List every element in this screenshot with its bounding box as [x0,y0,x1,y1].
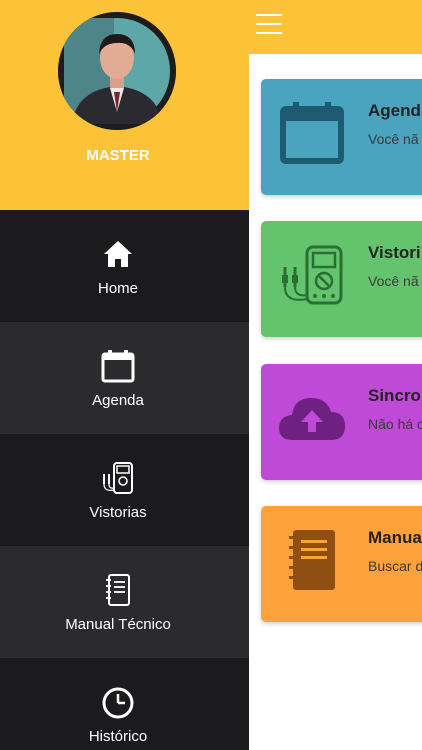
home-icon [104,241,132,267]
card-title: Vistori [368,243,421,262]
nav-item-home[interactable]: Home [0,210,249,322]
username: MASTER [86,147,150,164]
card-vistorias[interactable]: Vistori Você nã [261,221,422,337]
navigation-drawer: MASTER Home Agenda Vistorias Manual Técn… [0,0,249,750]
cloud-upload-icon [279,398,345,440]
avatar[interactable] [58,12,176,130]
notebook-icon [289,530,335,590]
nav-item-label: Manual Técnico [65,616,171,633]
nav-item-label: Vistorias [89,504,147,521]
card-title: Agend [368,101,421,120]
clock-icon [102,687,134,719]
profile-header: MASTER [0,0,249,210]
calendar-icon [280,102,344,164]
nav-item-label: Home [97,280,138,297]
calendar-icon [101,350,135,383]
hamburger-menu-icon[interactable] [256,14,282,34]
card-title: Sincro [368,386,421,405]
card-agenda[interactable]: Agend Você nã atualiza [261,79,422,195]
multimeter-icon [282,245,343,305]
nav-item-label: Agenda [92,392,144,409]
nav-item-historico[interactable]: Histórico [0,658,249,750]
card-description: Buscar dos dis [368,558,422,574]
nav-item-manual-tecnico[interactable]: Manual Técnico [0,546,249,658]
profile-photo [58,12,176,130]
card-description: Você nã [368,273,419,289]
nav-item-vistorias[interactable]: Vistorias [0,434,249,546]
content-panel: Agend Você nã atualiza Vistori Você nã [249,54,422,750]
multimeter-icon [103,462,133,494]
card-description: Não há com o s [368,416,422,432]
card-manual[interactable]: Manua Buscar dos dis [261,506,422,622]
nav-item-agenda[interactable]: Agenda [0,322,249,434]
nav-item-label: Histórico [88,728,148,745]
card-title: Manua [368,528,422,547]
main-content: Agend Você nã atualiza Vistori Você nã [249,54,422,750]
card-sincronizacao[interactable]: Sincro Não há com o s [261,364,422,480]
card-description: Você nã atualiza [368,131,422,147]
notebook-icon [106,574,130,606]
